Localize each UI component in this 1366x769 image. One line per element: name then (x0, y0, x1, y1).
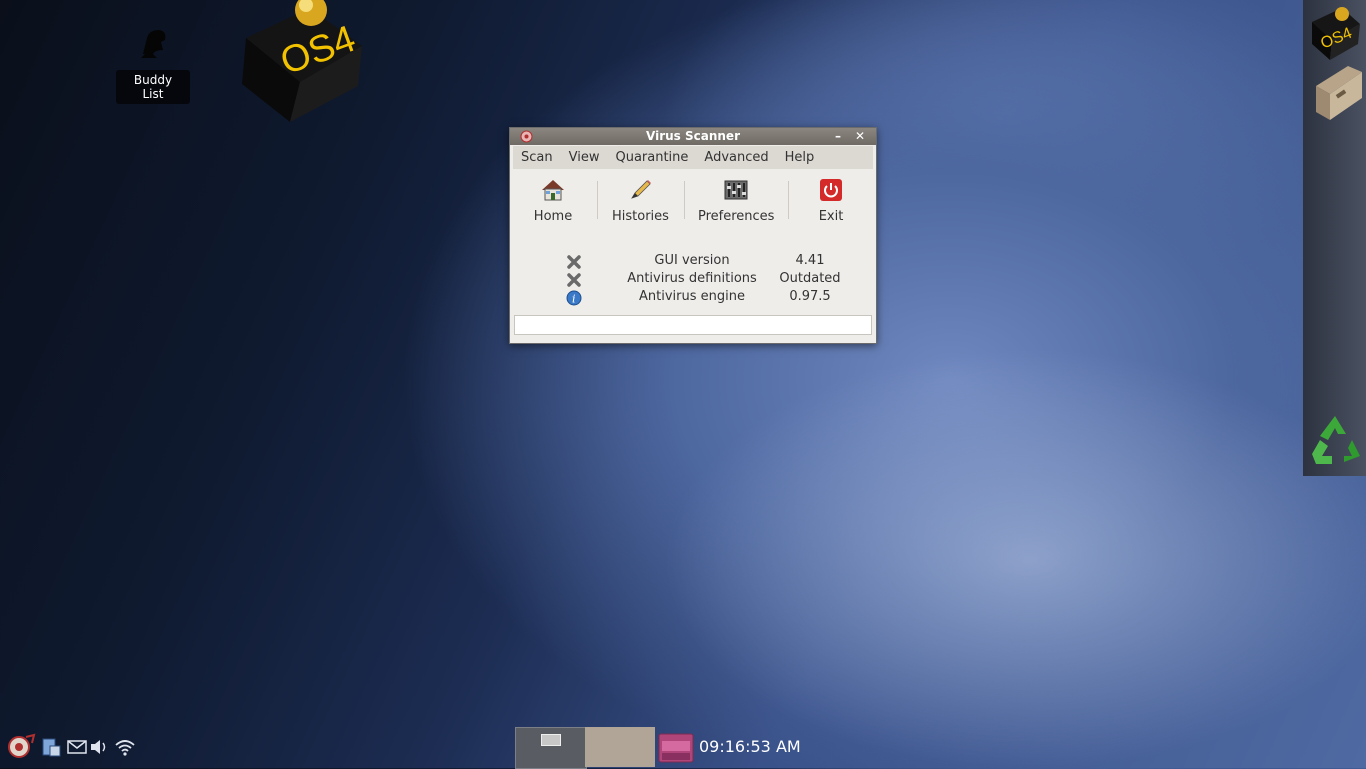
recycle-bin-icon[interactable] (1308, 410, 1362, 470)
preferences-button[interactable]: Preferences (698, 177, 774, 224)
pencil-icon (631, 180, 651, 199)
menu-advanced[interactable]: Advanced (696, 150, 776, 165)
x-mark-icon (567, 255, 581, 269)
workspace-2[interactable] (585, 727, 655, 767)
toolbar-separator (788, 181, 789, 219)
status-name: Antivirus engine (639, 289, 745, 304)
status-row-antivirus-engine: i Antivirus engine 0.97.5 (510, 289, 876, 307)
svg-text:i: i (572, 293, 576, 306)
network-manager-icon[interactable] (6, 733, 36, 759)
wifi-icon[interactable] (114, 736, 136, 758)
mail-icon[interactable] (66, 736, 88, 758)
clipboard-icon[interactable] (40, 736, 62, 758)
os4-logo-icon[interactable]: OS4 (1308, 2, 1362, 62)
volume-icon[interactable] (88, 736, 110, 758)
files-icon[interactable] (1308, 62, 1362, 122)
buddy-list-icon (141, 30, 166, 58)
buddy-list-label: Buddy List (116, 70, 190, 104)
menu-help[interactable]: Help (777, 150, 823, 165)
toolbar: Home Histories Preferences Exit (510, 169, 876, 239)
exit-label: Exit (818, 209, 844, 224)
status-value: 4.41 (795, 253, 825, 268)
info-icon: i (566, 290, 582, 306)
window-titlebar[interactable]: Virus Scanner – ✕ (510, 128, 876, 145)
minimize-button[interactable]: – (830, 129, 846, 143)
virus-scanner-app-icon[interactable] (520, 130, 533, 143)
virus-scanner-window: Virus Scanner – ✕ Scan View Quarantine A… (509, 127, 877, 344)
status-row-antivirus-definitions: Antivirus definitions Outdated (510, 271, 876, 289)
scan-progress-bar (514, 315, 872, 335)
x-mark-icon (567, 273, 581, 287)
status-value: Outdated (779, 271, 841, 286)
histories-label: Histories (612, 209, 669, 224)
buddy-list-desktop-icon[interactable]: Buddy List (116, 24, 190, 104)
menu-bar: Scan View Quarantine Advanced Help (513, 146, 873, 169)
histories-button[interactable]: Histories (612, 177, 669, 224)
menu-quarantine[interactable]: Quarantine (607, 150, 696, 165)
home-button[interactable]: Home (530, 177, 576, 224)
close-button[interactable]: ✕ (852, 129, 868, 143)
window-title: Virus Scanner (646, 129, 740, 143)
right-dock: OS4 (1303, 0, 1366, 476)
status-name: GUI version (654, 253, 730, 268)
preferences-label: Preferences (698, 209, 775, 224)
system-tray (0, 732, 140, 762)
workspace-1[interactable] (515, 727, 587, 769)
toolbar-separator (597, 181, 598, 219)
sliders-icon (724, 180, 748, 200)
exit-button[interactable]: Exit (814, 177, 848, 224)
workspace-window-thumbnail (541, 734, 561, 746)
virus-scanner-task-icon[interactable] (658, 733, 694, 763)
status-name: Antivirus definitions (627, 271, 757, 286)
menu-scan[interactable]: Scan (513, 150, 561, 165)
power-icon (820, 179, 842, 201)
home-icon (542, 180, 564, 201)
home-label: Home (533, 209, 573, 224)
menu-view[interactable]: View (561, 150, 608, 165)
clock[interactable]: 09:16:53 AM (699, 737, 801, 756)
status-value: 0.97.5 (789, 289, 831, 304)
os4-cube-logo-icon[interactable]: OS4 (238, 0, 368, 125)
status-row-gui-version: GUI version 4.41 (510, 253, 876, 271)
toolbar-separator (684, 181, 685, 219)
